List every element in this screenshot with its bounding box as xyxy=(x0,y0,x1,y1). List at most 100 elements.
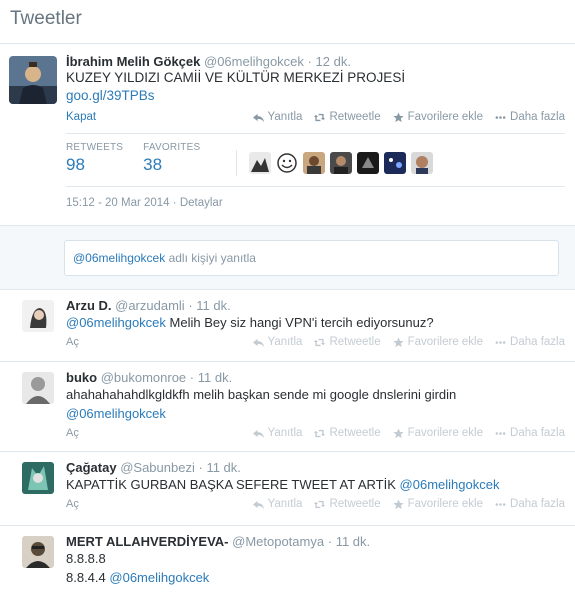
reply-tweet[interactable]: Arzu D. @arzudamli · 11 dk. @06melihgokc… xyxy=(0,290,575,362)
tweet-text-line2: 8.8.4.4 @06melihgokcek xyxy=(66,569,565,587)
author-handle[interactable]: @arzudamli xyxy=(115,298,185,313)
favorite-button[interactable]: Favorilere ekle xyxy=(392,427,484,439)
mention-link[interactable]: @06melihgokcek xyxy=(109,570,209,585)
favorites-count: 38 xyxy=(143,155,163,174)
favorites-label: FAVORITES xyxy=(143,142,201,153)
reply-button[interactable]: Yanıtla xyxy=(252,111,303,123)
mention-link[interactable]: @06melihgokcek xyxy=(66,405,565,423)
author-handle[interactable]: @06melihgokcek xyxy=(204,54,304,69)
favorite-label: Favorilere ekle xyxy=(407,336,484,348)
reply-label: Yanıtla xyxy=(267,111,303,123)
actions-row: Aç Yanıtla Retweetle Favorilere ekle Dah… xyxy=(66,427,565,439)
tweet-stats: RETWEETS 98 FAVORITES 38 xyxy=(66,133,565,176)
avatar[interactable] xyxy=(9,56,57,104)
author-name[interactable]: MERT ALLAHVERDİYEVA- xyxy=(66,534,229,549)
tweet-time[interactable]: 11 dk. xyxy=(336,534,370,549)
reply-button[interactable]: Yanıtla xyxy=(252,336,303,348)
favorite-button[interactable]: Favorilere ekle xyxy=(392,336,484,348)
expand-link[interactable]: Aç xyxy=(66,427,79,439)
favorite-label: Favorilere ekle xyxy=(407,111,484,123)
retweet-label: Retweetle xyxy=(329,336,381,348)
ellipsis-icon xyxy=(495,431,506,435)
favorite-label: Favorilere ekle xyxy=(407,427,484,439)
more-button[interactable]: Daha fazla xyxy=(495,498,565,510)
avatar[interactable] xyxy=(22,372,54,404)
avatar[interactable] xyxy=(303,152,326,174)
avatar[interactable] xyxy=(384,152,407,174)
reply-button[interactable]: Yanıtla xyxy=(252,427,302,439)
retweet-button[interactable]: Retweetle xyxy=(314,336,381,348)
tweet-text: 8.8.8.8 xyxy=(66,551,106,566)
tweet-body: 8.8.4.4 xyxy=(66,570,106,585)
reply-label: Yanıtla xyxy=(267,336,303,348)
favorite-button[interactable]: Favorilere ekle xyxy=(392,498,484,510)
author-name[interactable]: İbrahim Melih Gökçek xyxy=(66,54,200,69)
reply-area: @06melihgokcek adlı kişiyi yanıtla xyxy=(0,226,575,290)
more-button[interactable]: Daha fazla xyxy=(495,336,565,348)
more-label: Daha fazla xyxy=(510,427,565,439)
actions-row: Aç Yanıtla Retweetle Favorilere ekle Dah… xyxy=(66,498,565,510)
retweet-button[interactable]: Retweetle xyxy=(314,427,381,439)
tweet-time[interactable]: 11 dk. xyxy=(206,460,240,475)
author-handle[interactable]: @bukomonroe xyxy=(101,370,186,385)
action-bar: Yanıtla Retweetle Favorilere ekle Daha f… xyxy=(252,111,565,123)
ellipsis-icon xyxy=(495,340,506,344)
mention-link[interactable]: @06melihgokcek xyxy=(66,315,166,330)
tweet-time[interactable]: 12 dk. xyxy=(316,54,351,69)
avatar[interactable] xyxy=(22,300,54,332)
ellipsis-icon xyxy=(495,115,506,119)
more-button[interactable]: Daha fazla xyxy=(495,111,565,123)
author-name[interactable]: Arzu D. xyxy=(66,298,112,313)
reply-button[interactable]: Yanıtla xyxy=(252,498,302,510)
details-link[interactable]: Detaylar xyxy=(180,197,223,209)
favorites-stat[interactable]: FAVORITES 38 xyxy=(143,142,200,175)
page-title: Tweetler xyxy=(10,8,82,29)
tweet-body: Melih Bey siz hangi VPN'i tercih ediyors… xyxy=(165,315,434,330)
favorite-button[interactable]: Favorilere ekle xyxy=(392,111,484,123)
avatar[interactable] xyxy=(22,536,54,568)
reply-tweet[interactable]: buko @bukomonroe · 11 dk. ahahahahahdlkg… xyxy=(0,362,575,452)
star-icon xyxy=(392,498,404,509)
author-name[interactable]: Çağatay xyxy=(66,460,117,475)
retweet-button[interactable]: Retweetle xyxy=(314,498,381,510)
tweet-text: @06melihgokcek Melih Bey siz hangi VPN'i… xyxy=(66,314,565,332)
tweet-text: ahahahahahdlkgldkfh melih başkan sende m… xyxy=(66,387,457,402)
retweet-icon xyxy=(314,429,326,437)
author-handle[interactable]: @Sabunbezi xyxy=(120,460,195,475)
avatar[interactable] xyxy=(411,152,434,174)
tweet-time[interactable]: 11 dk. xyxy=(198,370,232,385)
avatar[interactable] xyxy=(276,152,299,174)
collapse-link[interactable]: Kapat xyxy=(66,111,96,123)
expand-link[interactable]: Aç xyxy=(66,336,79,348)
retweets-count: 98 xyxy=(66,155,85,174)
action-bar: Yanıtla Retweetle Favorilere ekle Daha f… xyxy=(252,498,565,510)
main-tweet[interactable]: İbrahim Melih Gökçek @06melihgokcek · 12… xyxy=(0,44,575,226)
timestamp-text: 15:12 - 20 Mar 2014 xyxy=(66,197,170,209)
reply-mention: @06melihgokcek xyxy=(73,251,166,265)
author-handle[interactable]: @Metopotamya xyxy=(232,534,324,549)
retweets-stat[interactable]: RETWEETS 98 xyxy=(66,142,123,175)
author-name[interactable]: buko xyxy=(66,370,97,385)
actions-row: Aç Yanıtla Retweetle Favorilere ekle Dah… xyxy=(66,336,565,348)
avatar[interactable] xyxy=(22,462,54,494)
tweet-link[interactable]: goo.gl/39TPBs xyxy=(66,87,565,105)
reply-tweet[interactable]: MERT ALLAHVERDİYEVA- @Metopotamya · 11 d… xyxy=(0,526,575,598)
reply-arrow-icon xyxy=(252,113,264,122)
mention-link[interactable]: @06melihgokcek xyxy=(400,477,500,492)
reply-tweet[interactable]: Çağatay @Sabunbezi · 11 dk. KAPATTİK GUR… xyxy=(0,452,575,526)
avatar[interactable] xyxy=(249,152,272,174)
avatar[interactable] xyxy=(330,152,353,174)
ellipsis-icon xyxy=(495,502,506,506)
action-bar: Yanıtla Retweetle Favorilere ekle Daha f… xyxy=(252,336,565,348)
tweet-time[interactable]: 11 dk. xyxy=(196,298,230,313)
favorite-label: Favorilere ekle xyxy=(407,498,484,510)
retweet-icon xyxy=(314,500,326,508)
actions-row: Kapat Yanıtla Retweetle Favorilere ekle … xyxy=(66,111,565,123)
avatar[interactable] xyxy=(357,152,380,174)
more-button[interactable]: Daha fazla xyxy=(495,427,565,439)
retweet-label: Retweetle xyxy=(329,111,381,123)
reply-input[interactable]: @06melihgokcek adlı kişiyi yanıtla xyxy=(64,240,559,276)
more-label: Daha fazla xyxy=(510,111,565,123)
retweet-button[interactable]: Retweetle xyxy=(314,111,381,123)
expand-link[interactable]: Aç xyxy=(66,498,79,510)
